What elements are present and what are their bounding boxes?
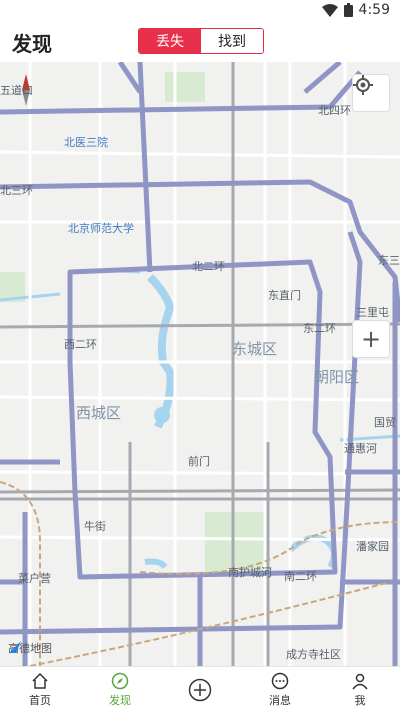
zoom-in-button[interactable]: + — [352, 320, 390, 358]
home-icon — [32, 672, 48, 689]
tab-home-label: 首页 — [29, 693, 51, 707]
map-roads — [0, 62, 400, 666]
map-label-dongcheng: 东城区 — [232, 340, 278, 358]
map-label-dongerhuan: 东二环 — [303, 322, 336, 335]
user-icon — [352, 673, 368, 689]
map-label-sanlitun: 三里屯 — [356, 306, 389, 319]
tab-discover-label: 发现 — [109, 693, 131, 707]
tab-lost[interactable]: 丢失 — [139, 29, 201, 53]
map-label-caihukou: 菜户营 — [18, 572, 51, 585]
map-label-beisihuan: 北四环 — [318, 104, 351, 117]
map-label-beiyi: 北医三院 — [64, 136, 108, 149]
tab-me-label: 我 — [354, 693, 366, 707]
message-icon — [271, 672, 289, 689]
map-label-dongsanhuan: 东三环 — [378, 254, 400, 267]
map-label-qianmen: 前门 — [188, 455, 210, 468]
tab-found[interactable]: 找到 — [201, 29, 263, 53]
status-time: 4:59 — [358, 2, 390, 18]
compass-nav-icon — [111, 672, 129, 689]
wifi-icon — [321, 3, 338, 17]
map-label-tonghuihe: 通惠河 — [344, 442, 377, 455]
map-label-dongzhimen: 东直门 — [268, 289, 301, 302]
lost-found-toggle: 丢失 找到 — [138, 28, 264, 54]
map-label-xicheng: 西城区 — [76, 404, 122, 422]
bottom-tab-bar: 首页 发现 消息 我 — [0, 666, 400, 712]
map-label-beierhuan: 北二环 — [192, 260, 225, 273]
status-bar: 4:59 — [0, 0, 400, 22]
map-label-fengtai: 成方寺社区 — [286, 648, 341, 661]
tab-messages[interactable]: 消息 — [240, 667, 320, 712]
tab-home[interactable]: 首页 — [0, 667, 80, 712]
header: 发现 丢失 找到 — [0, 22, 400, 62]
tab-me[interactable]: 我 — [320, 667, 400, 712]
map-label-bei3huan: 北三环 — [0, 184, 33, 197]
map-label-bnu: 北京师范大学 — [68, 222, 134, 235]
tab-messages-label: 消息 — [269, 693, 291, 707]
tab-post[interactable] — [160, 667, 240, 712]
map-label-panjiayuan: 潘家园 — [356, 540, 389, 553]
map-label-xierhuan: 西二环 — [64, 338, 97, 351]
map-view[interactable]: 五道口 北医三院 北三环 北四环 北京师范大学 北二环 东直门 三里屯 东城区 … — [0, 62, 400, 666]
map-label-guomao: 国贸 — [374, 416, 396, 429]
add-circle-icon — [188, 678, 212, 701]
map-label-chaoyang: 朝阳区 — [314, 368, 360, 386]
gaode-logo-icon — [9, 641, 21, 653]
battery-icon — [343, 3, 353, 17]
map-label-niujie: 牛街 — [84, 520, 106, 533]
map-label-nanerhuan: 南二环 — [284, 570, 317, 583]
map-logo: 高德地图 — [8, 640, 52, 656]
tab-discover[interactable]: 发现 — [80, 667, 160, 712]
map-label-nanhucheng: 南护城河 — [228, 566, 272, 579]
map-label-wudaokou: 五道口 — [0, 84, 33, 97]
locate-button[interactable] — [352, 74, 390, 112]
locate-icon — [353, 75, 373, 95]
page-title: 发现 — [12, 32, 52, 56]
